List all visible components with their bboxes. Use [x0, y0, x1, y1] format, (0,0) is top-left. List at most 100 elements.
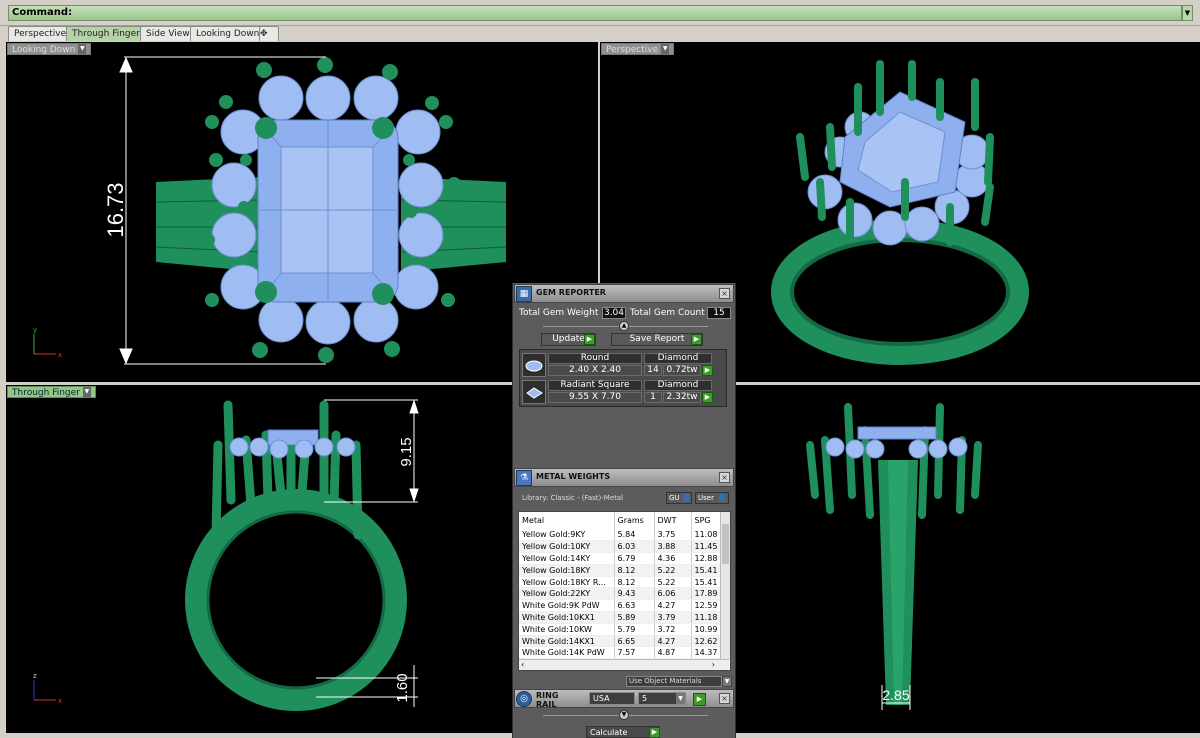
- total-gem-weight-label: Total Gem Weight: [519, 308, 599, 318]
- collapse-toggle-icon[interactable]: ▲: [619, 321, 629, 331]
- chevron-down-icon[interactable]: ▼: [661, 44, 670, 54]
- grams-value: 6.79: [614, 552, 655, 565]
- table-row[interactable]: White Gold:10KW 5.79 3.72 10.99: [519, 623, 729, 636]
- table-row[interactable]: Yellow Gold:9KY 5.84 3.75 11.08: [519, 529, 729, 542]
- dimension-shank-width: 2.85: [882, 687, 909, 703]
- grams-value: 6.03: [614, 540, 655, 554]
- vertical-scrollbar[interactable]: [720, 512, 730, 660]
- table-row[interactable]: Yellow Gold:22KY 9.43 6.06 17.89: [519, 587, 729, 601]
- viewport-title-through-finger[interactable]: Through Finger ▼: [7, 386, 96, 398]
- dwt-value: 4.87: [654, 646, 692, 660]
- collapse-toggle-icon[interactable]: ▼: [619, 710, 629, 720]
- update-button-label: Update: [552, 334, 585, 344]
- viewport-looking-down[interactable]: 16.73 x y Looking Down ▼: [6, 42, 598, 382]
- table-row[interactable]: Yellow Gold:10KY 6.03 3.88 11.45: [519, 540, 729, 554]
- ring-rail-title: RING RAIL: [536, 691, 559, 709]
- grams-value: 8.12: [614, 564, 655, 577]
- gem-weight: 0.72tw: [663, 365, 701, 376]
- axis-y-label: y: [33, 326, 37, 334]
- play-icon[interactable]: ▶: [584, 334, 595, 345]
- viewport-title-perspective[interactable]: Perspective ▼: [601, 43, 675, 55]
- metal-name: White Gold:14K PdW: [519, 646, 615, 660]
- dwt-value: 4.36: [654, 552, 692, 565]
- library-label: Library: Classic - (Fast)-Metal: [522, 494, 624, 502]
- tab-perspective[interactable]: Perspective: [8, 26, 73, 41]
- command-history-dropdown[interactable]: ▼: [1182, 5, 1193, 21]
- horizontal-scrollbar[interactable]: ‹ ›: [519, 659, 729, 670]
- tab-side-view[interactable]: Side View: [140, 26, 196, 41]
- ring-size-region-value: USA: [593, 694, 610, 703]
- grams-value: 5.79: [614, 623, 655, 636]
- gem-reporter-icon: ▦: [516, 286, 532, 302]
- chevron-down-icon[interactable]: ▼: [78, 44, 87, 54]
- viewport-title-looking-down[interactable]: Looking Down ▼: [7, 43, 92, 55]
- scroll-left-icon[interactable]: ‹: [521, 660, 524, 669]
- table-row[interactable]: White Gold:9K PdW 6.63 4.27 12.59: [519, 599, 729, 613]
- gem-shape: Radiant Square: [548, 380, 642, 391]
- metal-name: White Gold:10KX1: [519, 611, 615, 624]
- close-icon[interactable]: ×: [719, 288, 730, 299]
- scrollbar-thumb[interactable]: [722, 524, 729, 564]
- total-gem-count-label: Total Gem Count: [630, 308, 705, 318]
- metal-name: Yellow Gold:9KY: [519, 529, 615, 542]
- use-object-materials-field[interactable]: Use Object Materials: [626, 676, 722, 687]
- command-input[interactable]: Command:: [8, 5, 1182, 21]
- chevron-down-icon[interactable]: ▼: [676, 693, 685, 704]
- save-report-button[interactable]: Save Report: [611, 333, 703, 346]
- gem-reporter-title: GEM REPORTER: [536, 288, 606, 297]
- table-row[interactable]: White Gold:10KX1 5.89 3.79 11.18: [519, 611, 729, 624]
- viewport-through-finger[interactable]: 9.15 1.60 x z Through Finger ▼: [6, 385, 598, 733]
- chevron-down-icon[interactable]: ▼: [82, 387, 91, 397]
- add-tab-button[interactable]: ✥: [259, 26, 279, 41]
- play-icon[interactable]: ▶: [691, 334, 702, 345]
- dwt-value: 5.22: [654, 564, 692, 577]
- axis-z-label: z: [33, 672, 37, 680]
- gem-shape: Round: [548, 353, 642, 364]
- column-metal[interactable]: Metal: [519, 512, 615, 529]
- table-row[interactable]: Yellow Gold:18KY 8.12 5.22 15.41: [519, 564, 729, 577]
- metal-name: Yellow Gold:14KY: [519, 552, 615, 565]
- flask-icon: ⚗: [516, 470, 532, 486]
- tab-looking-down[interactable]: Looking Down: [190, 26, 266, 41]
- play-icon[interactable]: ▶: [702, 365, 713, 376]
- play-icon[interactable]: ▶: [702, 392, 713, 403]
- tab-through-finger[interactable]: Through Finger: [66, 26, 146, 41]
- command-label: Command:: [12, 7, 73, 18]
- metal-name: White Gold:9K PdW: [519, 599, 615, 613]
- gem-reporter-header: ▦ GEM REPORTER ×: [514, 284, 734, 303]
- chevron-down-icon[interactable]: ▼: [722, 676, 732, 687]
- grams-value: 5.89: [614, 611, 655, 624]
- table-row[interactable]: Yellow Gold:14KY 6.79 4.36 12.88: [519, 552, 729, 565]
- grams-value: 5.84: [614, 529, 655, 542]
- close-icon[interactable]: ×: [719, 472, 730, 483]
- ring-top-view: 16.73 x y: [33, 56, 507, 365]
- table-row[interactable]: Yellow Gold:18KY R... 8.12 5.22 15.41: [519, 576, 729, 589]
- gem-row-radiant-square[interactable]: Radiant Square Diamond 9.55 X 7.70 1 2.3…: [522, 380, 722, 404]
- user-label: User: [698, 494, 714, 502]
- jewelry-tools-panel: ▦ GEM REPORTER × Total Gem Weight 3.04 T…: [512, 283, 736, 738]
- scroll-right-icon[interactable]: ›: [712, 660, 715, 669]
- viewport-title-label: Perspective: [606, 45, 659, 55]
- user-indicator: [719, 494, 726, 502]
- dwt-value: 3.79: [654, 611, 692, 624]
- close-icon[interactable]: ×: [719, 693, 730, 704]
- total-gem-weight-value: 3.04: [602, 307, 626, 319]
- metal-weights-title: METAL WEIGHTS: [536, 472, 611, 481]
- metal-weights-table: Metal Grams DWT SPG Yellow Gold:9KY 5.84 3…: [518, 511, 731, 671]
- gem-weight: 2.32tw: [663, 392, 701, 403]
- gem-count: 1: [644, 392, 662, 403]
- column-dwt[interactable]: DWT: [654, 512, 692, 529]
- gem-row-round[interactable]: Round Diamond 2.40 X 2.40 14 0.72tw ▶: [522, 353, 722, 377]
- ring-size-region-select[interactable]: USA: [589, 692, 635, 705]
- table-row[interactable]: White Gold:14KX1 6.65 4.27 12.62: [519, 635, 729, 648]
- viewport-tabs: Perspective Through Finger Side View Loo…: [0, 26, 1200, 42]
- play-icon[interactable]: ▶: [693, 693, 706, 706]
- grams-value: 9.43: [614, 587, 655, 601]
- calculate-button-label: Calculate: [590, 728, 628, 737]
- gem-count: 14: [644, 365, 662, 376]
- grams-value: 7.57: [614, 646, 655, 660]
- column-grams[interactable]: Grams: [614, 512, 655, 529]
- table-row[interactable]: White Gold:14K PdW 7.57 4.87 14.37: [519, 646, 729, 660]
- play-icon[interactable]: ▶: [649, 727, 660, 738]
- viewport-title-label: Through Finger: [12, 388, 80, 398]
